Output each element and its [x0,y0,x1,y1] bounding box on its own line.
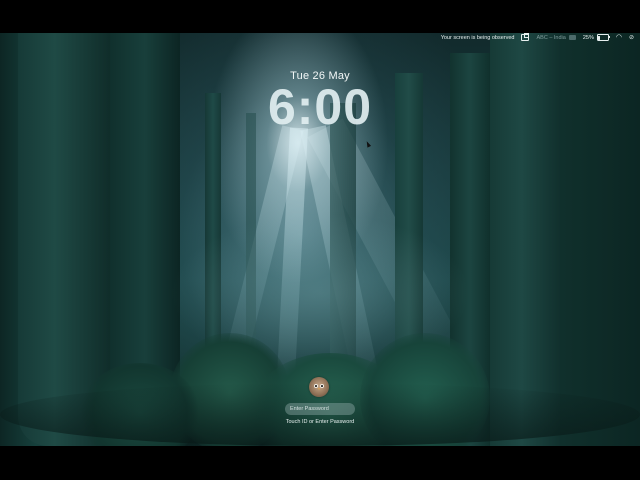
lock-time: 6:00 [267,79,373,135]
screen-sharing-icon[interactable] [521,33,530,41]
input-source-label: ABC – India [536,34,566,41]
input-flag-icon [568,35,576,40]
battery-menu[interactable]: 25% [582,34,610,41]
lock-screen: Your screen is being observed ABC – Indi… [0,33,640,446]
wifi-icon[interactable]: ◠ [616,34,622,41]
mouse-cursor-icon [364,140,372,148]
owl-eye-right [320,384,324,388]
owl-avatar-icon[interactable] [309,377,329,397]
password-field[interactable] [285,403,355,415]
owl-face [313,382,325,392]
battery-level-fill [598,35,601,40]
touch-id-hint: Touch ID or Enter Password [285,419,355,425]
letterbox-top [0,0,640,33]
screen-observed-label: Your screen is being observed [440,34,515,41]
battery-percent: 25% [582,34,594,41]
owl-beak [318,388,320,390]
control-center-icon[interactable]: ⊘ [629,34,634,41]
input-source-menu[interactable]: ABC – India [536,34,576,41]
battery-icon [596,34,610,41]
menu-bar: Your screen is being observed ABC – Indi… [0,33,640,42]
letterbox-bottom [0,446,640,480]
